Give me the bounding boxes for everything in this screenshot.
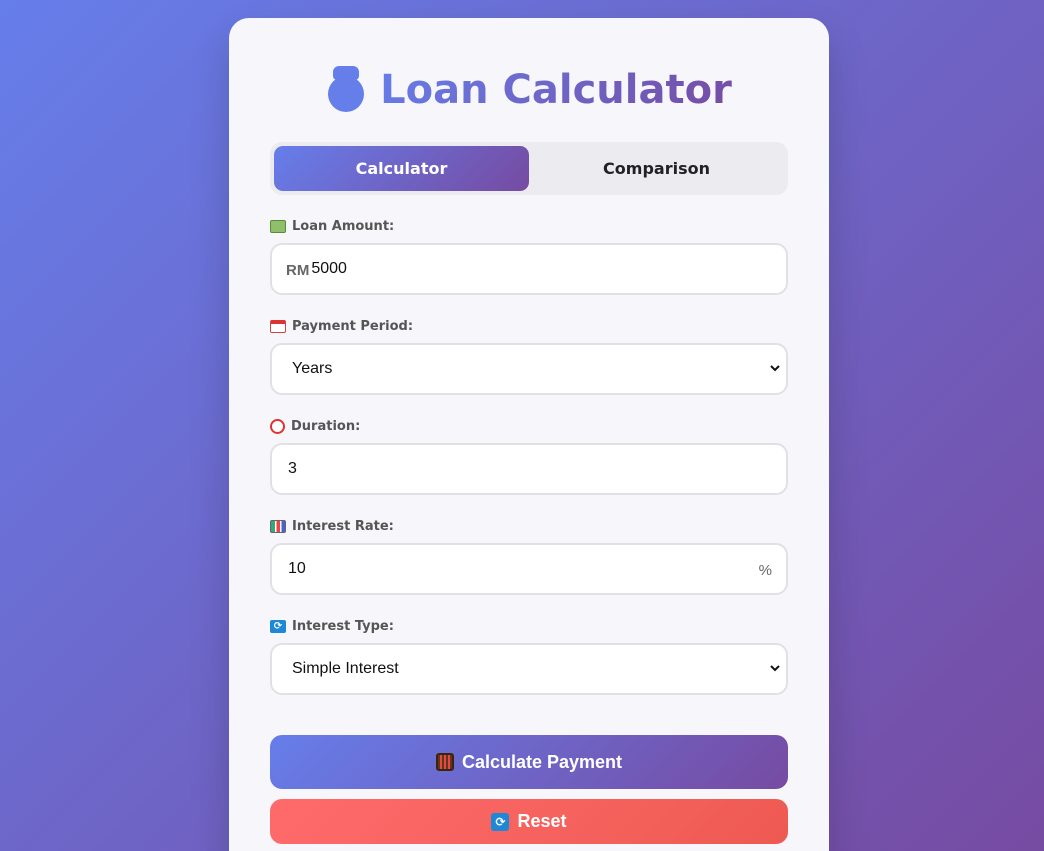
tab-calculator[interactable]: Calculator bbox=[274, 146, 529, 191]
tab-bar: Calculator Comparison bbox=[270, 142, 788, 195]
header: Loan Calculator bbox=[270, 62, 788, 118]
interest-type-field: ⟳ Interest Type: Simple Interest bbox=[270, 617, 788, 695]
interest-type-label: Interest Type: bbox=[292, 618, 394, 634]
chevron-down-icon bbox=[770, 365, 780, 372]
loan-amount-field: Loan Amount: RM 5000 bbox=[270, 217, 788, 295]
payment-period-select[interactable]: Years bbox=[270, 343, 788, 395]
duration-value: 3 bbox=[288, 460, 297, 477]
payment-period-field: Payment Period: Years bbox=[270, 317, 788, 395]
interest-rate-value: 10 bbox=[288, 560, 306, 577]
interest-rate-field: Interest Rate: 10 % bbox=[270, 517, 788, 595]
calculator-card: Loan Calculator Calculator Comparison Lo… bbox=[229, 18, 829, 851]
cycle-arrows-icon: ⟳ bbox=[491, 812, 510, 831]
interest-type-value: Simple Interest bbox=[292, 660, 399, 677]
currency-prefix: RM bbox=[286, 262, 310, 279]
bar-chart-icon bbox=[270, 519, 286, 533]
duration-label: Duration: bbox=[291, 418, 361, 434]
tab-comparison[interactable]: Comparison bbox=[529, 146, 784, 191]
calculate-button-label: Calculate Payment bbox=[461, 751, 623, 772]
reset-button-label: Reset bbox=[517, 811, 567, 831]
cycle-arrows-icon: ⟳ bbox=[270, 619, 286, 633]
calendar-icon bbox=[270, 319, 286, 333]
interest-rate-input[interactable]: 10 % bbox=[270, 543, 788, 595]
alarm-clock-icon bbox=[270, 418, 285, 434]
percent-suffix: % bbox=[758, 562, 772, 579]
calculate-button[interactable]: Calculate Payment bbox=[270, 735, 788, 789]
abacus-icon bbox=[435, 753, 454, 771]
duration-input[interactable]: 3 bbox=[270, 443, 788, 495]
loan-amount-label: Loan Amount: bbox=[292, 218, 395, 234]
reset-button[interactable]: ⟳ Reset bbox=[270, 799, 788, 844]
banknote-icon bbox=[270, 219, 286, 233]
loan-amount-input[interactable]: RM 5000 bbox=[270, 243, 788, 295]
duration-field: Duration: 3 bbox=[270, 417, 788, 495]
page-title: Loan Calculator bbox=[380, 67, 732, 113]
payment-period-label: Payment Period: bbox=[292, 318, 414, 334]
interest-rate-label: Interest Rate: bbox=[292, 518, 394, 534]
payment-period-value: Years bbox=[292, 360, 333, 377]
chevron-down-icon bbox=[770, 665, 780, 672]
interest-type-select[interactable]: Simple Interest bbox=[270, 643, 788, 695]
loan-amount-value: 5000 bbox=[311, 260, 347, 277]
money-bag-icon bbox=[326, 66, 366, 114]
